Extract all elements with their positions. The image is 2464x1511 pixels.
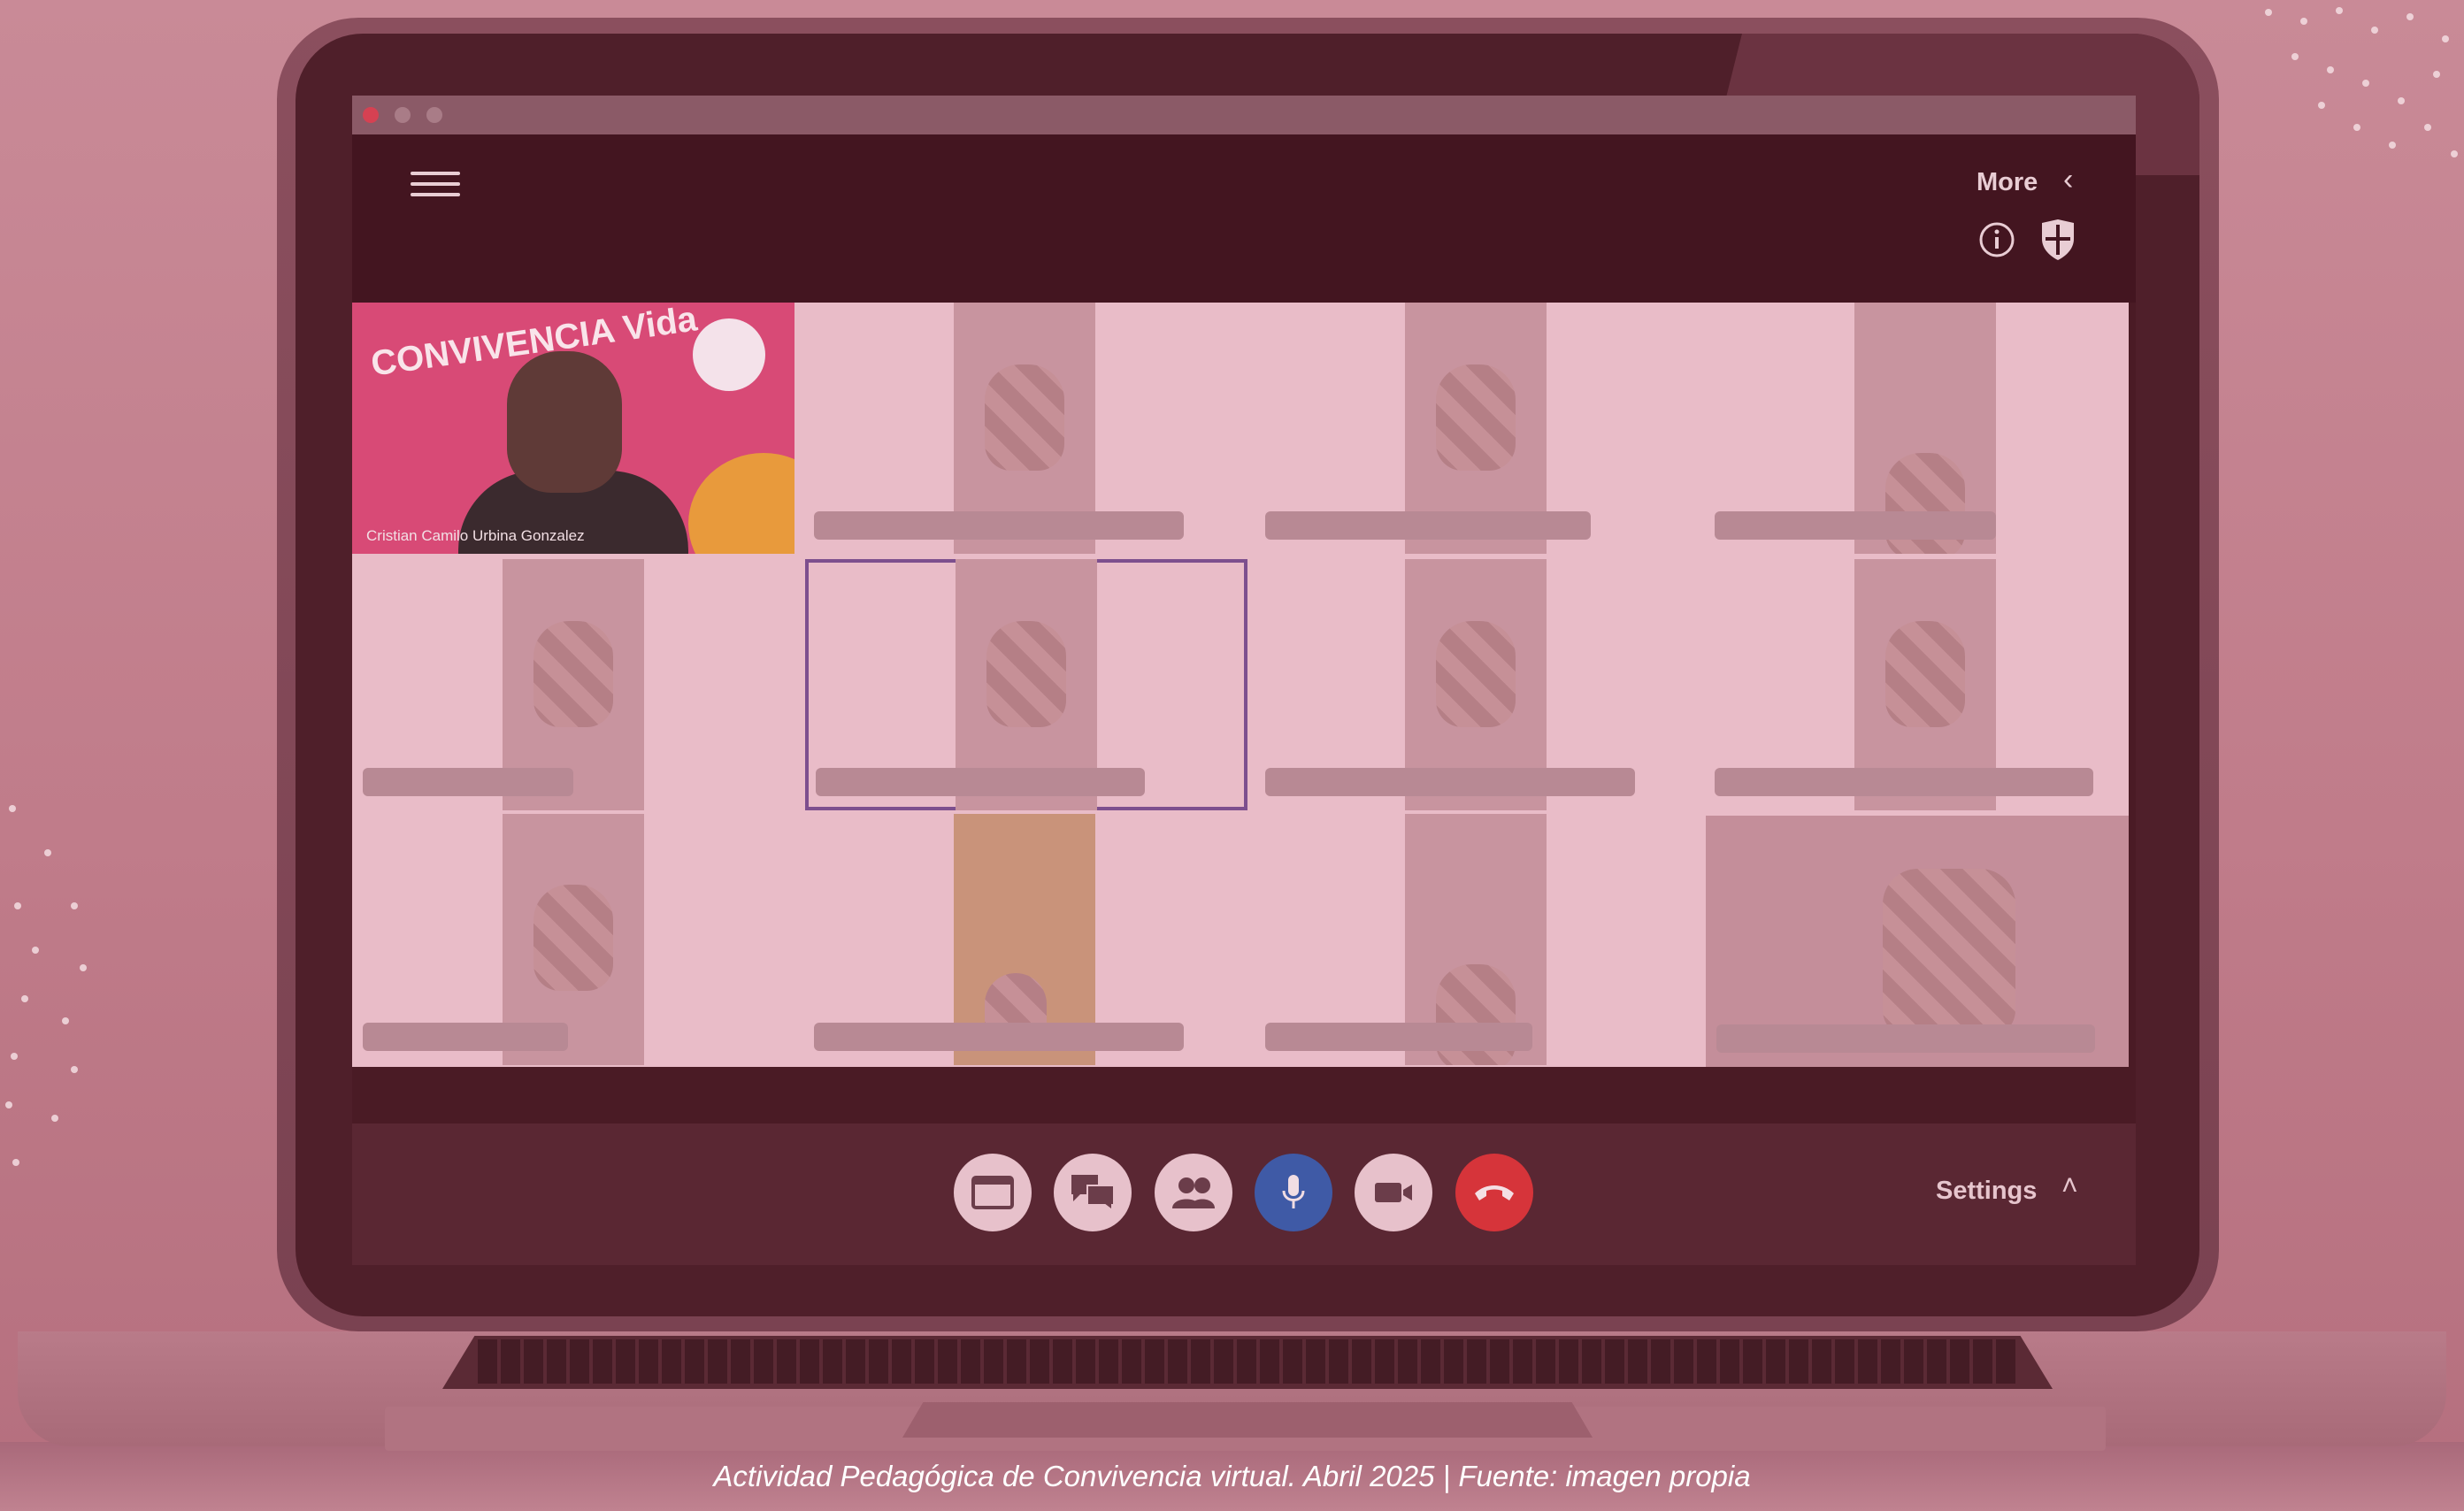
participant-tile[interactable]	[352, 559, 794, 810]
presenter-video	[507, 351, 622, 493]
participant-name-blurred	[816, 768, 1145, 796]
close-window-button[interactable]	[363, 107, 379, 123]
call-controls-bar	[352, 1124, 2136, 1265]
participant-tile[interactable]	[803, 303, 1246, 554]
participant-name-blurred	[363, 1023, 568, 1051]
info-icon[interactable]	[1978, 221, 2015, 263]
participant-name-blurred	[1265, 511, 1591, 540]
blurred-face	[985, 364, 1064, 471]
maximize-window-button[interactable]	[426, 107, 442, 123]
minimize-window-button[interactable]	[395, 107, 411, 123]
chevron-up-icon[interactable]: ˄	[2061, 1170, 2078, 1202]
participants-icon	[1172, 1177, 1215, 1208]
institution-logo	[693, 318, 765, 391]
video-call-window: More ‹ CONVIVENCIA Vida Cristian Camilo …	[352, 96, 2136, 1265]
microphone-button[interactable]	[1255, 1154, 1332, 1231]
screen-share-button[interactable]	[954, 1154, 1032, 1231]
participant-name-blurred	[1715, 511, 1996, 540]
participant-tile[interactable]	[352, 814, 794, 1065]
hang-up-button[interactable]	[1455, 1154, 1533, 1231]
blurred-face	[533, 885, 613, 991]
camera-icon	[1375, 1183, 1412, 1202]
hang-up-icon	[1475, 1185, 1514, 1200]
blurred-face	[986, 621, 1066, 727]
chat-icon	[1071, 1175, 1115, 1212]
participants-button[interactable]	[1155, 1154, 1232, 1231]
laptop-keys	[478, 1339, 2017, 1384]
participant-tile[interactable]	[1255, 559, 1697, 810]
camera-button[interactable]	[1355, 1154, 1432, 1231]
participant-name-blurred	[1716, 1024, 2095, 1053]
participant-name-blurred	[363, 768, 573, 796]
participant-tile[interactable]	[803, 814, 1246, 1065]
participant-tile-active[interactable]	[805, 559, 1247, 810]
participant-name-blurred	[1265, 1023, 1532, 1051]
screen-share-icon	[971, 1176, 1014, 1209]
blurred-face	[1883, 869, 2015, 1037]
participant-grid: CONVIVENCIA Vida Cristian Camilo Urbina …	[352, 303, 2129, 1067]
shield-icon[interactable]	[2040, 219, 2076, 265]
participant-name-blurred	[1715, 768, 2093, 796]
participant-name: Cristian Camilo Urbina Gonzalez	[366, 527, 585, 544]
chat-button[interactable]	[1054, 1154, 1132, 1231]
participant-tile-active[interactable]	[1706, 816, 2129, 1067]
participant-tile[interactable]	[1255, 814, 1697, 1065]
image-caption: Actividad Pedagógica de Convivencia virt…	[713, 1460, 1751, 1492]
window-titlebar	[352, 96, 2136, 134]
blurred-face	[1885, 621, 1965, 727]
blurred-face	[1436, 364, 1516, 471]
participant-tile-presenter[interactable]: CONVIVENCIA Vida Cristian Camilo Urbina …	[352, 303, 794, 554]
settings-button[interactable]: Settings	[1936, 1177, 2037, 1206]
blurred-face	[533, 621, 613, 727]
chevron-left-icon[interactable]: ‹	[2063, 163, 2073, 197]
more-button[interactable]: More	[1977, 168, 2038, 197]
participant-tile[interactable]	[1255, 303, 1697, 554]
participant-tile[interactable]	[1704, 559, 2136, 810]
call-top-bar	[352, 134, 2136, 303]
participant-tile[interactable]	[1704, 303, 2136, 554]
microphone-icon	[1282, 1175, 1305, 1208]
laptop-trackpad	[902, 1402, 1593, 1438]
blurred-face	[1436, 621, 1516, 727]
participant-name-blurred	[814, 511, 1184, 540]
participant-name-blurred	[1265, 768, 1635, 796]
menu-icon[interactable]	[411, 172, 460, 198]
participant-name-blurred	[814, 1023, 1184, 1051]
